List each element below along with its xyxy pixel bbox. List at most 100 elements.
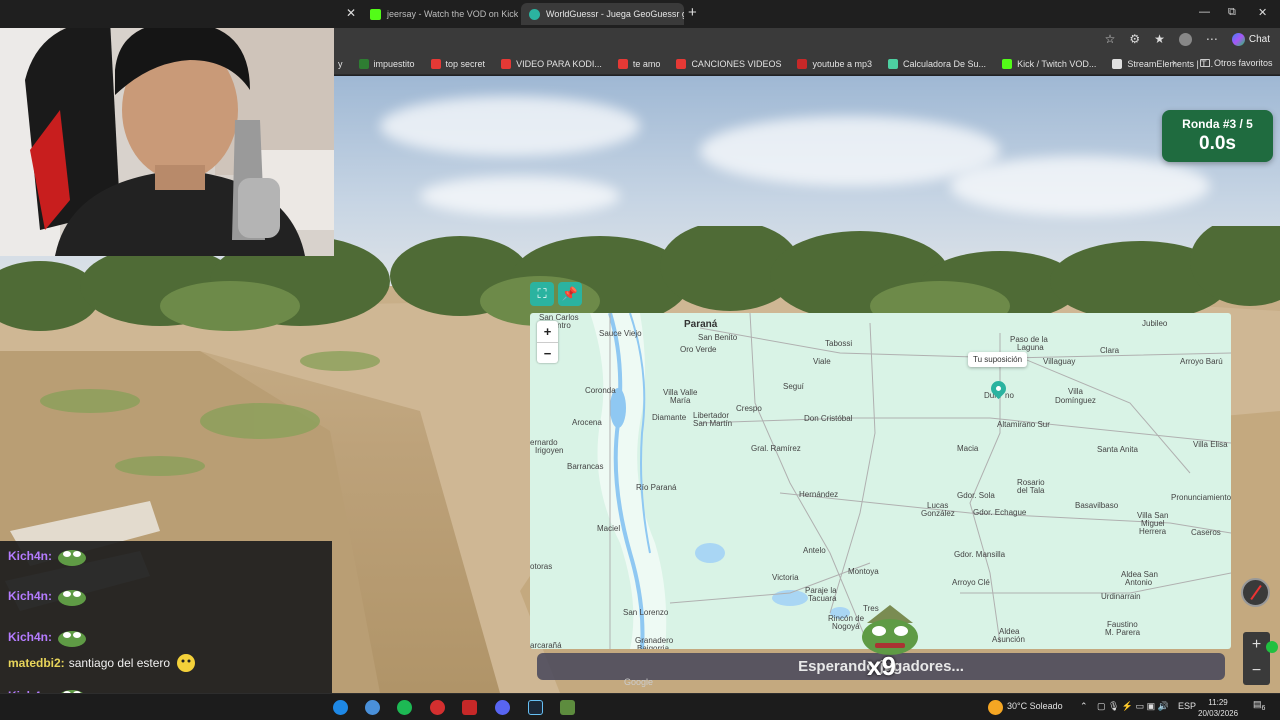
- streetview-zoom-controls: + −: [1243, 632, 1270, 685]
- bookmark-item[interactable]: top secret: [430, 58, 486, 69]
- sv-zoom-out-button[interactable]: −: [1243, 658, 1270, 684]
- map-place-label: Seguí: [783, 382, 804, 391]
- clock-time: 11:29: [1208, 698, 1228, 707]
- map-place-label: Domínguez: [1055, 396, 1096, 405]
- other-bookmarks[interactable]: Otros favoritos: [1200, 58, 1273, 68]
- frog-emote-icon: [58, 631, 87, 647]
- notification-count: 6: [1261, 704, 1266, 712]
- browser-icon[interactable]: [365, 700, 380, 715]
- map-place-label: otoras: [530, 562, 553, 571]
- frog-emote-icon: [58, 590, 87, 606]
- map-place-label: Tabossi: [825, 339, 853, 348]
- chat-username[interactable]: Kich4n:: [8, 630, 52, 644]
- bookmark-label: Kick / Twitch VOD...: [1017, 58, 1097, 69]
- map-place-label: Tacuara: [808, 594, 837, 603]
- more-icon[interactable]: ⋯: [1206, 32, 1218, 46]
- favorites-icon[interactable]: ★: [1154, 32, 1165, 46]
- bookmark-truncated[interactable]: y: [338, 59, 343, 69]
- steam-icon[interactable]: [528, 700, 543, 715]
- zoom-out-button[interactable]: −: [537, 342, 558, 363]
- map-place-label: Antonio: [1125, 578, 1153, 587]
- bookmark-item[interactable]: CANCIONES VIDEOS: [676, 58, 782, 69]
- guess-tooltip: Tu suposición: [968, 352, 1028, 367]
- bookmark-icon: [501, 58, 512, 69]
- map-place-label: Victoria: [772, 573, 799, 582]
- new-tab-button[interactable]: +: [688, 4, 697, 21]
- tab-label: WorldGuessr - Juega GeoGuessr g: [546, 9, 684, 19]
- map-place-label: Arocena: [572, 418, 602, 427]
- bookmark-icon: [617, 58, 628, 69]
- copilot-chat-button[interactable]: Chat: [1231, 32, 1270, 46]
- map-place-label: no: [1005, 391, 1014, 400]
- map-place-label: Asunción: [992, 635, 1025, 644]
- language-indicator[interactable]: ESP: [1178, 701, 1196, 711]
- profile-avatar[interactable]: [1178, 32, 1192, 46]
- bookmark-item[interactable]: youtube a mp3: [797, 58, 872, 69]
- map-place-label: Macia: [957, 444, 979, 453]
- discord-icon[interactable]: [495, 700, 510, 715]
- pin-icon[interactable]: 📌: [558, 282, 582, 306]
- player-count-badge: x9: [867, 651, 896, 681]
- smile-emote-icon: [177, 654, 196, 672]
- chat-message: Kich4n:: [8, 626, 88, 648]
- compass-icon[interactable]: [1241, 578, 1270, 607]
- guess-map[interactable]: San Carlos ntro Sauce Viejo San Benito Oro V…: [530, 313, 1231, 649]
- map-place-label: San Benito: [698, 333, 738, 342]
- bookmark-icon: [1112, 58, 1123, 69]
- spotify-icon[interactable]: [397, 700, 412, 715]
- minecraft-icon[interactable]: [560, 700, 575, 715]
- close-icon[interactable]: ✕: [346, 6, 356, 20]
- screen: ✕ jeersay - Watch the VOD on Kick ✕ Worl…: [0, 0, 1280, 720]
- map-place-label: Basavilbaso: [1075, 501, 1119, 510]
- tab-worldguessr[interactable]: WorldGuessr - Juega GeoGuessr g ✕: [521, 3, 684, 25]
- expand-icon[interactable]: ⛶: [530, 282, 554, 306]
- star-icon[interactable]: ☆: [1105, 32, 1116, 46]
- weather-icon: [988, 700, 1003, 715]
- map-place-label: Coronda: [585, 386, 616, 395]
- weather-label[interactable]: 30°C Soleado: [1007, 701, 1063, 711]
- bookmark-icon: [888, 58, 899, 69]
- bookmark-item[interactable]: impuestito: [358, 58, 415, 69]
- chat-username[interactable]: Kich4n:: [8, 589, 52, 603]
- map-place-label: Clara: [1100, 346, 1120, 355]
- bookmark-label: top secret: [445, 58, 486, 69]
- bookmark-label: VIDEO PARA KODI...: [516, 58, 602, 69]
- map-place-label: Gdor. Mansilla: [954, 550, 1006, 559]
- bookmark-item[interactable]: VIDEO PARA KODI...: [501, 58, 602, 69]
- tab-label: jeersay - Watch the VOD on Kick: [387, 9, 518, 19]
- edge-icon[interactable]: [333, 700, 348, 715]
- bookmark-item[interactable]: Calculadora De Su...: [888, 58, 986, 69]
- bookmark-label: CANCIONES VIDEOS: [691, 58, 782, 69]
- round-badge: Ronda #3 / 5 0.0s: [1162, 110, 1273, 162]
- map-place-label: Gdor. Sola: [957, 491, 995, 500]
- bookmark-item[interactable]: Kick / Twitch VOD...: [1002, 58, 1097, 69]
- minimize-button[interactable]: —: [1199, 6, 1210, 18]
- map-place-label: del Tala: [1017, 486, 1045, 495]
- tray-chevron-icon[interactable]: ⌃: [1080, 701, 1088, 712]
- chat-username[interactable]: matedbi2:: [8, 656, 65, 670]
- map-city-label: Paraná: [684, 319, 718, 330]
- notifications-icon[interactable]: ▤6: [1253, 699, 1265, 712]
- zoom-in-button[interactable]: +: [537, 321, 558, 342]
- tray-icons[interactable]: ▢ 🎙 ⚡ ▭ ▣ 🔊: [1097, 701, 1169, 712]
- app-icon[interactable]: [430, 700, 445, 715]
- map-place-label: Crespo: [736, 404, 762, 413]
- bookmark-icon: [430, 58, 441, 69]
- close-window-button[interactable]: ✕: [1258, 6, 1267, 19]
- toolbar-icons: ☆ ⚙ ★ ⋯ Chat: [1105, 32, 1270, 46]
- chevron-right-icon[interactable]: ›: [1172, 57, 1176, 69]
- bookmark-item[interactable]: StreamElements | T...: [1112, 58, 1213, 69]
- other-bookmarks-label: Otros favoritos: [1214, 58, 1273, 68]
- chat-username[interactable]: Kich4n:: [8, 549, 52, 563]
- map-place-label: Arroyo Barú: [1180, 357, 1223, 366]
- bookmark-item[interactable]: te amo: [617, 58, 660, 69]
- frog-emote-icon: [58, 550, 87, 566]
- map-place-label: Villaguay: [1043, 357, 1076, 366]
- clock[interactable]: 11:29 20/03/2026: [1198, 697, 1238, 719]
- map-place-label: San Lorenzo: [623, 608, 669, 617]
- tab-kick[interactable]: jeersay - Watch the VOD on Kick ✕: [362, 3, 518, 25]
- video-app-icon[interactable]: [462, 700, 477, 715]
- map-place-label: Gral. Ramírez: [751, 444, 801, 453]
- maximize-button[interactable]: ⧉: [1228, 6, 1236, 19]
- extensions-icon[interactable]: ⚙: [1129, 32, 1140, 46]
